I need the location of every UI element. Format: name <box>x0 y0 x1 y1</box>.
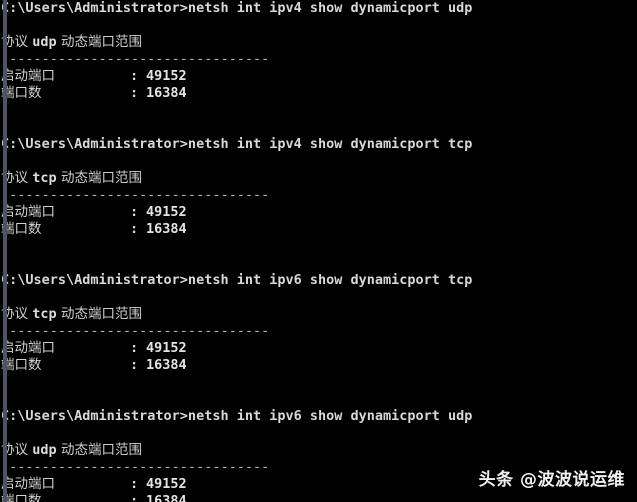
separator-line: --------------------------------- <box>1 187 270 203</box>
start-port-label: 启动端口 <box>1 68 55 84</box>
start-port-colon: : <box>130 476 139 492</box>
port-count-row: 端口数 : 16384 <box>1 85 637 102</box>
start-port-label: 启动端口 <box>1 476 55 492</box>
protocol-header-line: 协议 tcp 动态端口范围 <box>1 306 637 323</box>
port-count-value: 16384 <box>146 493 187 502</box>
watermark-text: 头条 @波波说运维 <box>478 470 625 490</box>
prompt-line: C:\Users\Administrator>netsh int ipv4 sh… <box>1 136 473 152</box>
port-count-row: 端口数 : 16384 <box>1 221 637 238</box>
port-count-value: 16384 <box>146 221 187 237</box>
start-port-label: 启动端口 <box>1 204 55 220</box>
port-count-label: 端口数 <box>1 221 42 237</box>
start-port-value: 49152 <box>146 204 187 220</box>
start-port-colon: : <box>130 68 139 84</box>
prompt-line: C:\Users\Administrator>netsh int ipv6 sh… <box>1 408 473 424</box>
port-count-value: 16384 <box>146 357 187 373</box>
protocol-header-line: 协议 udp 动态端口范围 <box>1 34 637 51</box>
port-count-row: 端口数 : 16384 <box>1 357 637 374</box>
window-left-gutter <box>3 0 7 502</box>
port-count-label: 端口数 <box>1 85 42 101</box>
console-output-area[interactable]: C:\Users\Administrator>netsh int ipv4 sh… <box>1 0 637 502</box>
protocol-header-line: 协议 tcp 动态端口范围 <box>1 170 637 187</box>
separator-line: --------------------------------- <box>1 323 270 339</box>
header-suffix-text: 动态端口范围 <box>56 306 142 322</box>
start-port-row: 启动端口 : 49152 <box>1 204 637 221</box>
port-count-colon: : <box>130 493 139 502</box>
prompt-line: C:\Users\Administrator>netsh int ipv4 sh… <box>1 0 473 16</box>
port-count-value: 16384 <box>146 85 187 101</box>
port-count-label: 端口数 <box>1 357 42 373</box>
command-block: C:\Users\Administrator>netsh int ipv4 sh… <box>1 136 637 272</box>
header-protocol-text: tcp <box>32 170 57 186</box>
header-suffix-text: 动态端口范围 <box>56 442 142 458</box>
header-protocol-text: udp <box>32 442 57 458</box>
command-block: C:\Users\Administrator>netsh int ipv4 sh… <box>1 0 637 136</box>
start-port-value: 49152 <box>146 340 187 356</box>
start-port-colon: : <box>130 340 139 356</box>
port-count-row: 端口数 : 16384 <box>1 493 637 502</box>
protocol-header-line: 协议 udp 动态端口范围 <box>1 442 637 459</box>
port-count-label: 端口数 <box>1 493 42 502</box>
start-port-value: 49152 <box>146 476 187 492</box>
port-count-colon: : <box>130 221 139 237</box>
header-protocol-text: udp <box>32 34 57 50</box>
start-port-row: 启动端口 : 49152 <box>1 340 637 357</box>
command-block: C:\Users\Administrator>netsh int ipv6 sh… <box>1 272 637 408</box>
separator-line: --------------------------------- <box>1 51 270 67</box>
header-suffix-text: 动态端口范围 <box>56 170 142 186</box>
header-suffix-text: 动态端口范围 <box>56 34 142 50</box>
port-count-colon: : <box>130 85 139 101</box>
start-port-colon: : <box>130 204 139 220</box>
start-port-value: 49152 <box>146 68 187 84</box>
command-prompt-window[interactable]: C:\Users\Administrator>netsh int ipv4 sh… <box>0 0 637 502</box>
prompt-line: C:\Users\Administrator>netsh int ipv6 sh… <box>1 272 473 288</box>
port-count-colon: : <box>130 357 139 373</box>
header-protocol-text: tcp <box>32 306 57 322</box>
start-port-label: 启动端口 <box>1 340 55 356</box>
start-port-row: 启动端口 : 49152 <box>1 68 637 85</box>
